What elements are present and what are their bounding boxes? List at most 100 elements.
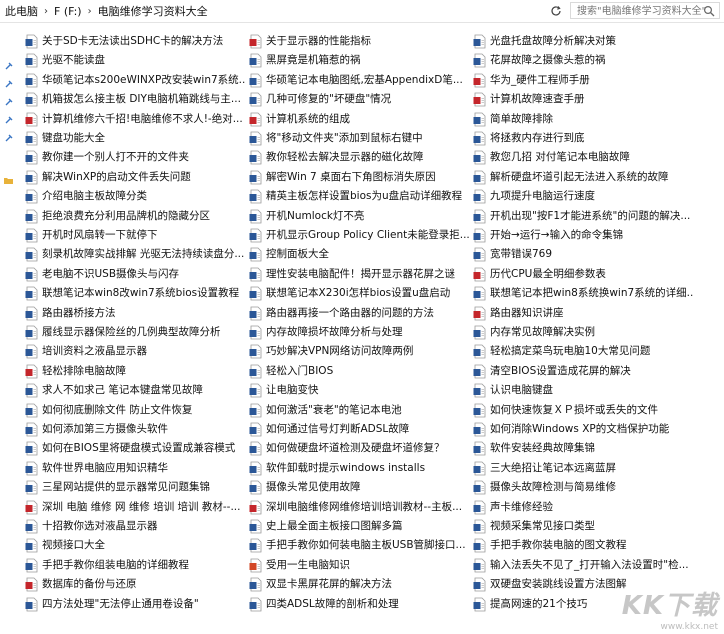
pin-icon[interactable] xyxy=(3,61,14,72)
file-item[interactable]: 摄像头常见使用故障 xyxy=(249,479,469,496)
file-item[interactable]: 联想笔记本win8改win7系统bios设置教程 xyxy=(25,285,245,302)
file-item[interactable]: 理性安装电脑配件！揭开显示器花屏之谜 xyxy=(249,266,469,283)
file-item[interactable]: 控制面板大全 xyxy=(249,246,469,263)
file-item[interactable]: 路由器再接一个路由器的问题的方法 xyxy=(249,305,469,322)
file-item[interactable]: 华硕笔记本s200eWINXP改安装win7系统... xyxy=(25,72,245,89)
file-item[interactable]: 如何彻底删除文件 防止文件恢复 xyxy=(25,402,245,419)
file-item[interactable]: 解密Win 7 桌面右下角图标消失原因 xyxy=(249,169,469,186)
file-item[interactable]: 如何通过信号灯判断ADSL故障 xyxy=(249,421,469,438)
file-item[interactable]: 如何激活"衰老"的笔记本电池 xyxy=(249,402,469,419)
file-item[interactable]: 光驱不能读盘 xyxy=(25,52,245,69)
file-item[interactable]: 联想笔记本X230i怎样bios设置u盘启动 xyxy=(249,285,469,302)
file-item[interactable]: 软件卸载时提示windows installs xyxy=(249,460,469,477)
file-item[interactable]: 开机时风扇转一下就停下 xyxy=(25,227,245,244)
file-item[interactable]: 深圳电脑维修网维修培训培训教材--主板... xyxy=(249,499,469,516)
breadcrumb-this-pc[interactable]: 此电脑 xyxy=(2,3,41,19)
file-item[interactable]: 开始→运行→输入的命令集锦 xyxy=(473,227,693,244)
file-item[interactable]: 关于显示器的性能指标 xyxy=(249,33,469,50)
file-item[interactable]: 四方法处理"无法停止通用卷设备" xyxy=(25,596,245,613)
file-item[interactable]: 解析硬盘坏道引起无法进入系统的故障 xyxy=(473,169,693,186)
file-item[interactable]: 键盘功能大全 xyxy=(25,130,245,147)
file-item[interactable]: 花屏故障之摄像头惹的祸 xyxy=(473,52,693,69)
chevron-right-icon[interactable]: › xyxy=(85,6,95,17)
file-item[interactable]: 受用一生电脑知识 xyxy=(249,557,469,574)
file-item[interactable]: 华为_硬件工程师手册 xyxy=(473,72,693,89)
file-item[interactable]: 光盘托盘故障分析解决对策 xyxy=(473,33,693,50)
file-item[interactable]: 双显卡黑屏花屏的解决方法 xyxy=(249,576,469,593)
file-item[interactable]: 将拯救内存进行到底 xyxy=(473,130,693,147)
file-item[interactable]: 轻松排除电脑故障 xyxy=(25,363,245,380)
file-item[interactable]: 四类ADSL故障的剖析和处理 xyxy=(249,596,469,613)
file-item[interactable]: 手把手教你装电脑的图文教程 xyxy=(473,537,693,554)
file-item[interactable]: 培训资料之液晶显示器 xyxy=(25,343,245,360)
pin-icon[interactable] xyxy=(3,79,14,90)
file-item[interactable]: 摄像头故障检测与简易维修 xyxy=(473,479,693,496)
file-item[interactable]: 开机Numlock灯不亮 xyxy=(249,208,469,225)
file-item[interactable]: 软件世界电脑应用知识精华 xyxy=(25,460,245,477)
file-item[interactable]: 精英主板怎样设置bios为u盘启动详细教程 xyxy=(249,188,469,205)
file-item[interactable]: 三星网站提供的显示器常见问题集锦 xyxy=(25,479,245,496)
file-item[interactable]: 清空BIOS设置造成花屏的解决 xyxy=(473,363,693,380)
file-item[interactable]: 巧妙解决VPN网络访问故障两例 xyxy=(249,343,469,360)
breadcrumb-current-folder[interactable]: 电脑维修学习资料大全 xyxy=(95,3,211,19)
file-item[interactable]: 求人不如求己 笔记本键盘常见故障 xyxy=(25,382,245,399)
pin-icon[interactable] xyxy=(3,133,14,144)
file-item[interactable]: 十招教你选对液晶显示器 xyxy=(25,518,245,535)
file-item[interactable]: 黑屏竟是机箱惹的祸 xyxy=(249,52,469,69)
file-item[interactable]: 轻松搞定菜鸟玩电脑10大常见问题 xyxy=(473,343,693,360)
file-item[interactable]: 软件安装经典故障集锦 xyxy=(473,440,693,457)
file-item[interactable]: 让电脑变快 xyxy=(249,382,469,399)
file-item[interactable]: 计算机系统的组成 xyxy=(249,111,469,128)
file-item[interactable]: 如何做硬盘坏道检测及硬盘坏道修复？ xyxy=(249,440,469,457)
file-item[interactable]: 履线显示器保险丝的几例典型故障分析 xyxy=(25,324,245,341)
file-item[interactable]: 内存故障损坏故障分析与处理 xyxy=(249,324,469,341)
file-item[interactable]: 关于SD卡无法读出SDHC卡的解决方法 xyxy=(25,33,245,50)
file-item[interactable]: 手把手教你如何装电脑主板USB管脚接口... xyxy=(249,537,469,554)
file-item[interactable]: 如何在BIOS里将硬盘模式设置成兼容模式 xyxy=(25,440,245,457)
file-item[interactable]: 数据库的备份与还原 xyxy=(25,576,245,593)
file-item[interactable]: 开机出现"按F1才能进系统"的问题的解决... xyxy=(473,208,693,225)
file-item[interactable]: 声卡维修经验 xyxy=(473,499,693,516)
file-item[interactable]: 视频采集常见接口类型 xyxy=(473,518,693,535)
file-item[interactable]: 机箱拔怎么接主板 DIY电脑机箱跳线与主... xyxy=(25,91,245,108)
file-item[interactable]: 历代CPU最全明细参数表 xyxy=(473,266,693,283)
file-item[interactable]: 轻松入门BIOS xyxy=(249,363,469,380)
file-item[interactable]: 计算机维修六千招!电脑维修不求人!-绝对... xyxy=(25,111,245,128)
file-item[interactable]: 几种可修复的"坏硬盘"情况 xyxy=(249,91,469,108)
file-item[interactable]: 内存常见故障解决实例 xyxy=(473,324,693,341)
pin-icon[interactable] xyxy=(3,115,14,126)
breadcrumb-drive-f[interactable]: F (F:) xyxy=(51,5,85,18)
file-item[interactable]: 深圳 电脑 维修 网 维修 培训 培训 教材--... xyxy=(25,499,245,516)
file-item[interactable]: 输入法丢失不见了_打开输入法设置时"检... xyxy=(473,557,693,574)
search-input[interactable]: 搜索"电脑维修学习资料大全" xyxy=(570,2,720,19)
file-item[interactable]: 宽带错误769 xyxy=(473,246,693,263)
folder-icon[interactable] xyxy=(3,175,14,186)
search-icon[interactable] xyxy=(703,5,715,17)
file-item[interactable]: 简单故障排除 xyxy=(473,111,693,128)
file-item[interactable]: 视频接口大全 xyxy=(25,537,245,554)
file-item[interactable]: 老电脑不识USB摄像头与闪存 xyxy=(25,266,245,283)
file-item[interactable]: 开机显示Group Policy Client未能登录拒... xyxy=(249,227,469,244)
file-item[interactable]: 三大绝招让笔记本远离蓝屏 xyxy=(473,460,693,477)
chevron-right-icon[interactable]: › xyxy=(41,6,51,17)
file-item[interactable]: 如何快速恢复ＸＰ损坏或丢失的文件 xyxy=(473,402,693,419)
file-item[interactable]: 计算机故障速查手册 xyxy=(473,91,693,108)
file-item[interactable]: 路由器桥接方法 xyxy=(25,305,245,322)
pin-icon[interactable] xyxy=(3,97,14,108)
file-item[interactable]: 将"移动文件夹"添加到鼠标右键中 xyxy=(249,130,469,147)
file-item[interactable]: 解决WinXP的启动文件丢失问题 xyxy=(25,169,245,186)
refresh-icon[interactable] xyxy=(548,2,564,20)
file-item[interactable]: 教你轻松去解决显示器的磁化故障 xyxy=(249,149,469,166)
file-item[interactable]: 华硕笔记本电脑图纸,宏基AppendixD笔... xyxy=(249,72,469,89)
file-item[interactable]: 拒绝浪费充分利用品牌机的隐藏分区 xyxy=(25,208,245,225)
file-item[interactable]: 史上最全面主板接口图解多篇 xyxy=(249,518,469,535)
file-item[interactable]: 刻录机故障实战排解 光驱无法持续读盘分... xyxy=(25,246,245,263)
file-item[interactable]: 九项提升电脑运行速度 xyxy=(473,188,693,205)
file-item[interactable]: 如何消除Windows XP的文档保护功能 xyxy=(473,421,693,438)
file-item[interactable]: 教你建一个别人打不开的文件夹 xyxy=(25,149,245,166)
file-item[interactable]: 路由器知识讲座 xyxy=(473,305,693,322)
file-item[interactable]: 手把手教你组装电脑的详细教程 xyxy=(25,557,245,574)
file-item[interactable]: 介绍电脑主板故障分类 xyxy=(25,188,245,205)
file-item[interactable]: 如何添加第三方摄像头软件 xyxy=(25,421,245,438)
file-item[interactable]: 教您几招 对付笔记本电脑故障 xyxy=(473,149,693,166)
